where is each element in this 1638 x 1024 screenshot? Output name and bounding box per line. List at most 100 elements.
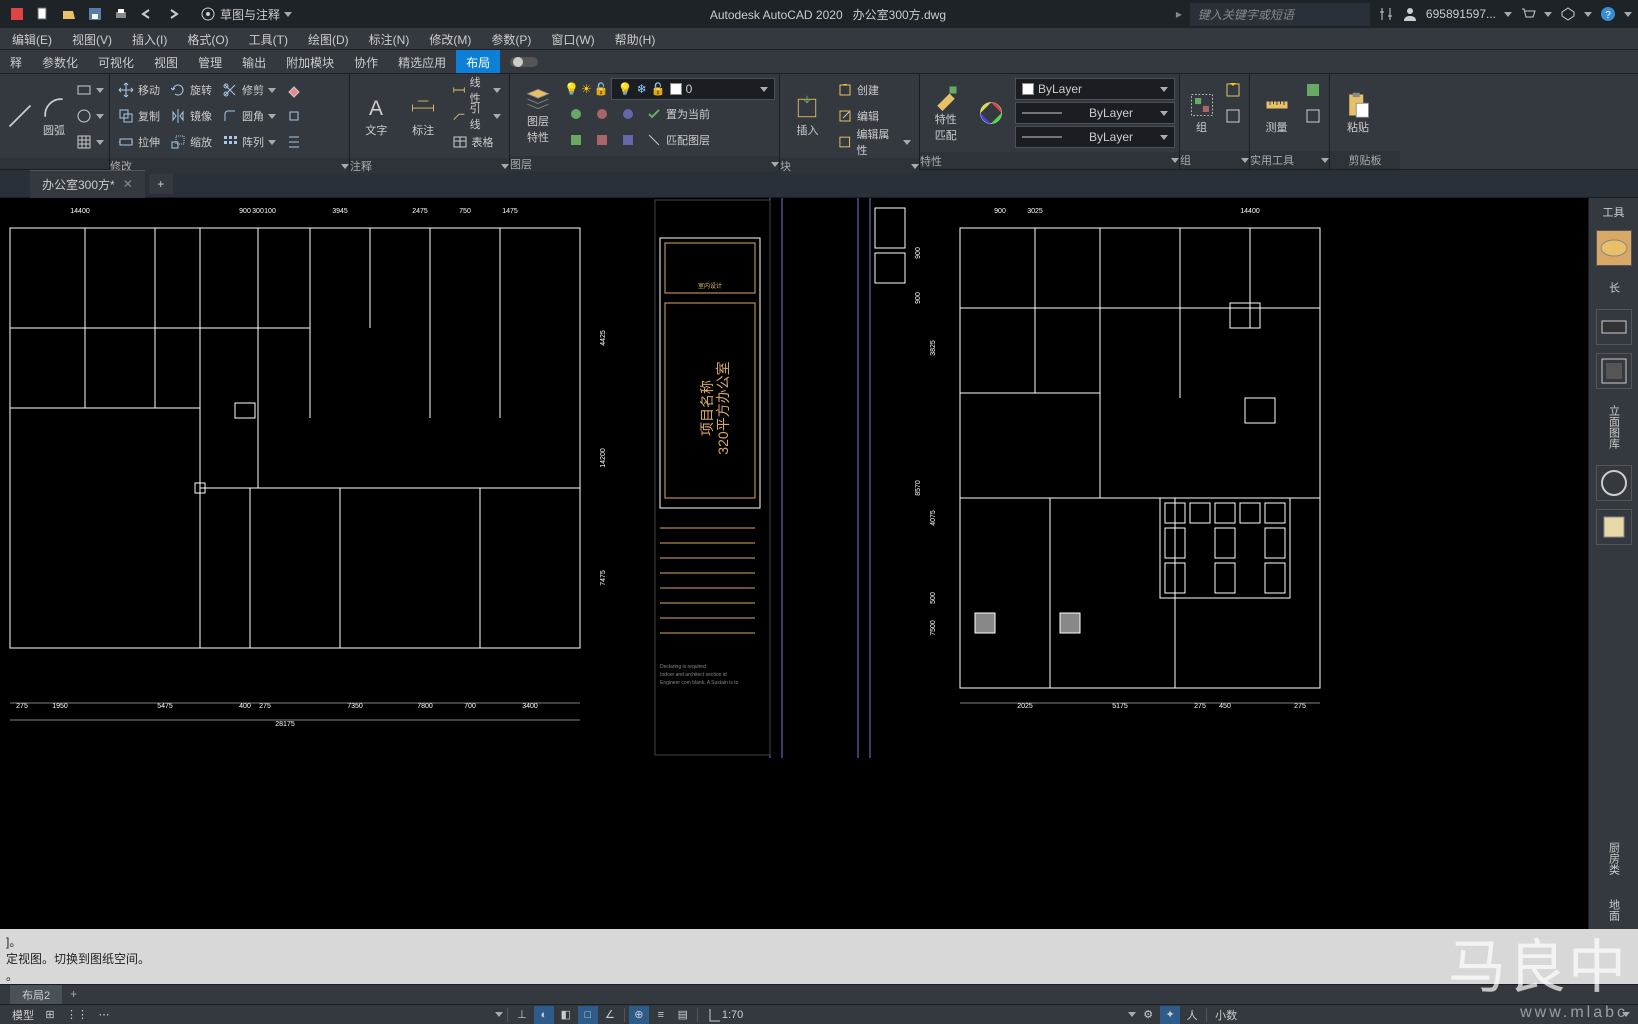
exchange-icon[interactable] <box>1378 6 1394 22</box>
lock-icon[interactable]: 🔓 <box>594 82 609 96</box>
create-block-button[interactable]: 创建 <box>833 78 915 102</box>
edit-block-button[interactable]: 编辑 <box>833 104 915 128</box>
iso-icon[interactable]: ◧ <box>556 1006 576 1024</box>
insert-button[interactable]: 插入 <box>784 78 831 154</box>
tool-icon[interactable] <box>1596 509 1632 545</box>
drawing-canvas[interactable]: 14400 900 300 100 3945 2475 750 1475 275… <box>0 198 1588 929</box>
ortho-icon[interactable]: ⊥ <box>512 1006 532 1024</box>
layer-props-button[interactable]: 图层 特性 <box>514 78 562 152</box>
stretch-button[interactable]: 拉伸 <box>114 130 164 154</box>
dim-button[interactable]: 标注 <box>401 78 446 154</box>
workspace-selector[interactable]: 草图与注释 <box>192 6 300 23</box>
save-button[interactable] <box>84 3 106 25</box>
layer-tool[interactable] <box>590 128 614 152</box>
lwt-icon[interactable]: ≡ <box>651 1006 671 1024</box>
anno-icon[interactable]: 人 <box>1182 1006 1202 1024</box>
menu-view[interactable]: 视图(V) <box>62 28 122 49</box>
erase-button[interactable] <box>282 78 306 102</box>
open-button[interactable] <box>58 3 80 25</box>
menu-format[interactable]: 格式(O) <box>177 28 238 49</box>
file-tab[interactable]: 办公室300方* ✕ <box>30 170 145 198</box>
ribbon-tab[interactable]: 可视化 <box>88 50 144 73</box>
scale-button[interactable]: 缩放 <box>166 130 216 154</box>
layer-tool[interactable] <box>564 128 588 152</box>
rect-button[interactable] <box>72 78 108 102</box>
cart-icon[interactable] <box>1520 6 1536 22</box>
copy-button[interactable]: 复制 <box>114 104 164 128</box>
bulb-icon[interactable]: 💡 <box>564 82 579 96</box>
paste-button[interactable]: 粘贴 <box>1334 78 1382 147</box>
model-button[interactable]: 模型 <box>8 1006 38 1024</box>
menu-tools[interactable]: 工具(T) <box>239 28 298 49</box>
layer-tool[interactable] <box>616 128 640 152</box>
gear-icon[interactable]: ⚙ <box>1138 1006 1158 1024</box>
user-icon[interactable] <box>1402 6 1418 22</box>
search-input[interactable]: 键入关键字或短语 <box>1190 3 1370 26</box>
group-tool[interactable] <box>1221 78 1245 102</box>
lineweight-dropdown[interactable]: ByLayer <box>1015 102 1175 124</box>
offset-button[interactable] <box>282 130 306 154</box>
set-current-button[interactable]: 置为当前 <box>642 102 714 126</box>
command-line[interactable]: ]。 定视图。切换到图纸空间。 。 <box>0 929 1638 984</box>
tpy-icon[interactable]: ▤ <box>673 1006 693 1024</box>
dyn-icon[interactable]: ⊕ <box>629 1006 649 1024</box>
sun-icon[interactable]: ☀ <box>581 82 592 96</box>
tool-palette-icon[interactable] <box>1596 230 1632 266</box>
edit-attr-button[interactable]: 编辑属性 <box>833 130 915 154</box>
layer-tool[interactable] <box>616 102 640 126</box>
redo-button[interactable] <box>162 3 184 25</box>
linetype-dropdown[interactable]: ByLayer <box>1015 126 1175 148</box>
line-button[interactable] <box>4 78 36 154</box>
otrack-icon[interactable]: ∠ <box>600 1006 620 1024</box>
app-icon[interactable] <box>1560 6 1576 22</box>
move-button[interactable]: 移动 <box>114 78 164 102</box>
util-tool[interactable] <box>1301 104 1325 128</box>
tool-icon[interactable] <box>1596 309 1632 345</box>
trim-button[interactable]: 修剪 <box>218 78 280 102</box>
menu-insert[interactable]: 插入(I) <box>122 28 177 49</box>
ribbon-tab[interactable]: 参数化 <box>32 50 88 73</box>
menu-help[interactable]: 帮助(H) <box>605 28 666 49</box>
color-wheel-button[interactable] <box>970 78 1014 148</box>
units-button[interactable]: 小数 <box>1211 1006 1241 1024</box>
polar-icon[interactable]: ◐ <box>534 1006 554 1024</box>
menu-edit[interactable]: 编辑(E) <box>2 28 62 49</box>
measure-button[interactable]: 测量 <box>1254 78 1299 147</box>
tool-icon[interactable] <box>1596 465 1632 501</box>
print-button[interactable] <box>110 3 132 25</box>
text-button[interactable]: A文字 <box>354 78 399 154</box>
layer-tool[interactable] <box>590 102 614 126</box>
ribbon-tab[interactable]: 管理 <box>188 50 232 73</box>
undo-button[interactable] <box>136 3 158 25</box>
array-button[interactable]: 阵列 <box>218 130 280 154</box>
ribbon-tab[interactable]: 协作 <box>344 50 388 73</box>
toggle-icon[interactable] <box>510 55 540 69</box>
leader-button[interactable]: 引线 <box>448 104 505 128</box>
ribbon-tab[interactable]: 附加模块 <box>276 50 344 73</box>
help-icon[interactable]: ? <box>1600 6 1616 22</box>
layout-tab[interactable]: 布局2 <box>10 985 62 1004</box>
match-layer-button[interactable]: 匹配图层 <box>642 128 714 152</box>
layer-tool[interactable] <box>564 102 588 126</box>
fillet-button[interactable]: 圆角 <box>218 104 280 128</box>
app-menu-button[interactable] <box>6 3 28 25</box>
user-name[interactable]: 695891597... <box>1426 7 1496 21</box>
osnap-icon[interactable]: □ <box>578 1006 598 1024</box>
tool-icon[interactable] <box>1596 353 1632 389</box>
ribbon-tab[interactable]: 释 <box>0 50 32 73</box>
linear-button[interactable]: 线性 <box>448 78 505 102</box>
grid-icon[interactable]: ⊞ <box>40 1006 60 1024</box>
add-tab-button[interactable]: + <box>149 174 173 194</box>
table-button[interactable]: 表格 <box>448 130 505 154</box>
group-button[interactable]: 组 <box>1184 78 1219 147</box>
scale-button[interactable]: 1:70 <box>702 1006 747 1024</box>
mirror-button[interactable]: 镜像 <box>166 104 216 128</box>
layer-dropdown[interactable]: 💡❄🔓 0 <box>611 78 775 100</box>
menu-dim[interactable]: 标注(N) <box>359 28 420 49</box>
menu-modify[interactable]: 修改(M) <box>419 28 481 49</box>
menu-param[interactable]: 参数(P) <box>481 28 541 49</box>
snap-icon[interactable]: ⋯ <box>94 1006 114 1024</box>
menu-draw[interactable]: 绘图(D) <box>298 28 359 49</box>
circle-button[interactable] <box>72 104 108 128</box>
close-icon[interactable]: ✕ <box>123 177 133 191</box>
